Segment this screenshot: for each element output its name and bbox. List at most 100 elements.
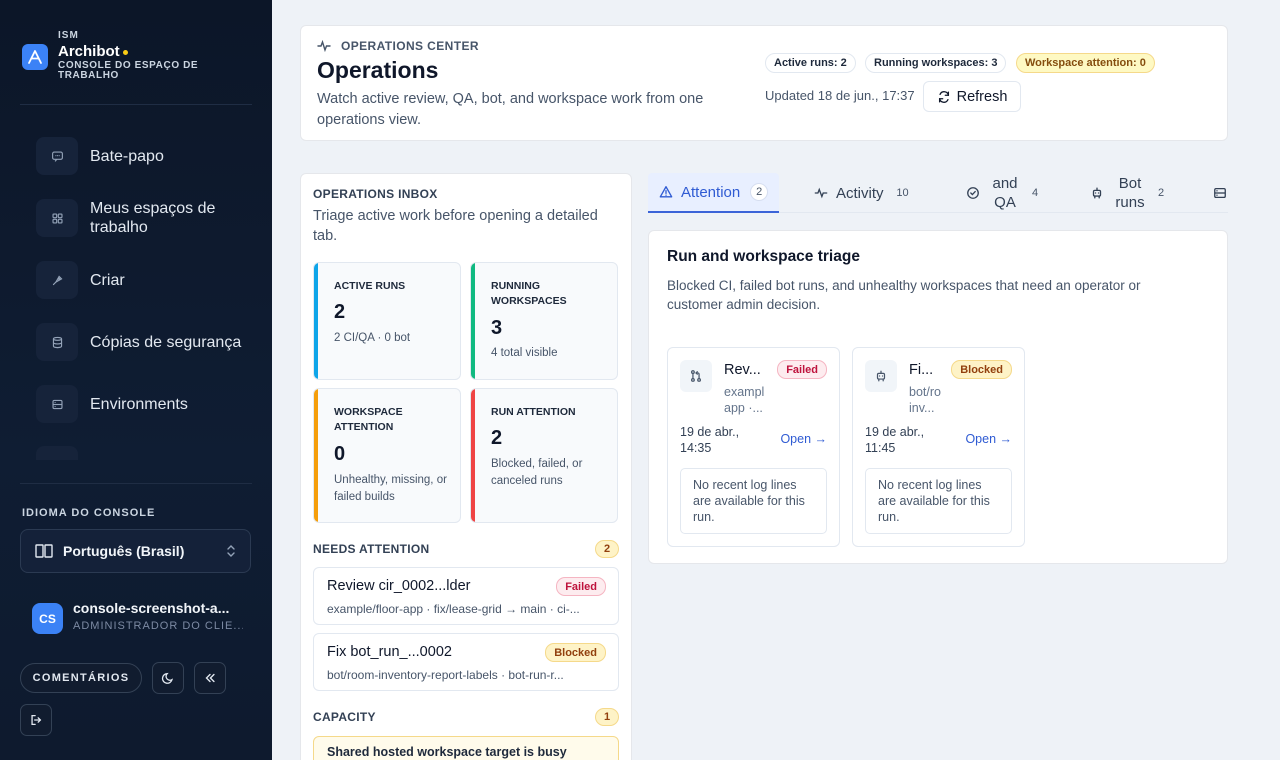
inbox-title: OPERATIONS INBOX — [313, 187, 438, 201]
tab-attention[interactable]: Attention 2 — [648, 173, 779, 213]
avatar: CS — [32, 603, 63, 634]
stat-active-runs[interactable]: ACTIVE RUNS 2 2 CI/QA · 0 bot — [313, 262, 461, 380]
stat-sub: Unhealthy, missing, or failed builds — [334, 474, 447, 503]
running-workspaces-badge: Running workspaces: 3 — [865, 53, 1007, 73]
stat-sub: 4 total visible — [491, 347, 558, 359]
operations-tabs: Attention 2 Activity 10 and QA 4 Bot run… — [648, 173, 1228, 213]
capacity-item[interactable]: Shared hosted workspace target is busy — [313, 736, 619, 760]
language-select[interactable]: Português (Brasil) — [20, 529, 251, 573]
sidebar-item-more[interactable] — [36, 446, 78, 460]
attention-item-sub: example/floor-app · fix/lease-grid → mai… — [327, 602, 580, 616]
status-badge: Failed — [777, 360, 827, 379]
sidebar-nav: Bate-papo Meus espaços de trabalho Criar… — [20, 124, 252, 460]
nav-icon — [36, 446, 78, 460]
sidebar-item-label: Bate-papo — [90, 147, 164, 165]
run-title: Rev... — [724, 362, 761, 378]
run-date: 19 de abr., 11:45 — [865, 425, 925, 455]
sidebar-item-label: Cópias de segurança — [90, 333, 242, 351]
needs-attention-title: NEEDS ATTENTION — [313, 542, 430, 556]
logout-button[interactable] — [20, 704, 52, 736]
stat-label: ACTIVE RUNS — [334, 280, 406, 292]
stat-value: 0 — [334, 443, 346, 465]
triage-title: Run and workspace triage — [667, 248, 860, 265]
feedback-button[interactable]: COMENTÁRIOS — [20, 663, 142, 693]
divider — [20, 104, 252, 105]
stat-running-workspaces[interactable]: RUNNING WORKSPACES 3 4 total visible — [470, 262, 618, 380]
stat-run-attention[interactable]: RUN ATTENTION 2 Blocked, failed, or canc… — [470, 388, 618, 523]
open-link[interactable]: Open → — [965, 432, 1012, 446]
run-log: No recent log lines are available for th… — [865, 468, 1012, 534]
logout-icon — [31, 714, 42, 726]
sidebar-item-chat[interactable]: Bate-papo — [36, 137, 250, 175]
stat-sub: 2 CI/QA · 0 bot — [334, 332, 411, 344]
stat-workspace-attention[interactable]: WORKSPACE ATTENTION 0 Unhealthy, missing… — [313, 388, 461, 523]
open-link[interactable]: Open → — [780, 432, 827, 446]
sidebar-item-backups[interactable]: Cópias de segurança — [36, 323, 250, 361]
stat-sub: Blocked, failed, or canceled runs — [491, 458, 583, 487]
sidebar-item-environments[interactable]: Environments — [36, 385, 250, 423]
status-badge: Blocked — [545, 643, 606, 662]
attention-item[interactable]: Review cir_0002...lder Failed example/fl… — [313, 567, 619, 625]
run-sub: exampl app ·... — [724, 385, 765, 415]
tab-label: and QA — [992, 175, 1018, 211]
capacity-message: Shared hosted workspace target is busy — [327, 745, 567, 759]
divider — [20, 483, 252, 484]
run-sub: bot/ro inv... — [909, 385, 941, 415]
tab-workspaces[interactable] — [1213, 173, 1229, 213]
user-profile[interactable]: CS console-screenshot-a... ADMINISTRADOR… — [32, 600, 252, 636]
theme-toggle-button[interactable] — [152, 662, 184, 694]
attention-item-title: Review cir_0002...lder — [327, 578, 471, 594]
inbox-description: Triage active work before opening a deta… — [313, 208, 598, 244]
workspace-attention-badge: Workspace attention: 0 — [1016, 53, 1155, 73]
attention-item-sub: bot/room-inventory-report-labels · bot-r… — [327, 668, 564, 682]
sidebar-item-workspaces[interactable]: Meus espaços de trabalho — [36, 199, 250, 237]
brand-subtitle: CONSOLE DO ESPAÇO DE TRABALHO — [58, 60, 199, 81]
tab-bot-runs[interactable]: Bot runs 2 — [1090, 173, 1180, 213]
user-name: console-screenshot-a... — [73, 600, 230, 616]
capacity-title: CAPACITY — [313, 710, 376, 724]
archibot-logo-icon — [22, 44, 48, 70]
run-card[interactable]: Fi... Blocked bot/ro inv... 19 de abr., … — [852, 347, 1025, 547]
rocket-icon — [36, 261, 78, 299]
active-runs-badge: Active runs: 2 — [765, 53, 856, 73]
status-badge: Failed — [556, 577, 606, 596]
sidebar-item-label: Environments — [90, 395, 188, 413]
tab-count: 2 — [1157, 187, 1165, 199]
server-icon — [1214, 187, 1226, 199]
stat-label: RUN ATTENTION — [491, 406, 576, 418]
run-card[interactable]: Rev... Failed exampl app ·... 19 de abr.… — [667, 347, 840, 547]
database-icon — [36, 323, 78, 361]
language-value: Português (Brasil) — [63, 543, 185, 559]
needs-attention-count: 2 — [595, 540, 619, 558]
brand-org: ISM — [58, 30, 79, 41]
warning-icon — [659, 186, 673, 198]
eyebrow: OPERATIONS CENTER — [317, 39, 479, 53]
tab-label: Activity — [836, 184, 884, 202]
operations-header: OPERATIONS CENTER Operations Watch activ… — [300, 25, 1228, 141]
user-role: ADMINISTRADOR DO CLIE... — [73, 620, 243, 632]
refresh-button[interactable]: Refresh — [923, 81, 1021, 112]
brand-name: Archibot — [58, 43, 128, 60]
bot-icon — [865, 360, 897, 392]
pulse-icon — [317, 40, 331, 52]
stat-accent-bar — [314, 263, 318, 379]
stat-value: 3 — [491, 317, 503, 339]
stat-label: RUNNING WORKSPACES — [491, 280, 567, 307]
bot-icon — [1092, 187, 1102, 199]
status-badge: Blocked — [951, 360, 1012, 379]
attention-item[interactable]: Fix bot_run_...0002 Blocked bot/room-inv… — [313, 633, 619, 691]
stat-accent-bar — [471, 389, 475, 522]
tab-activity[interactable]: Activity 10 — [814, 173, 929, 213]
grid-icon — [36, 199, 78, 237]
updated-timestamp: Updated 18 de jun., 17:37 — [765, 88, 915, 103]
tab-ci-qa[interactable]: and QA 4 — [966, 173, 1056, 213]
refresh-label: Refresh — [956, 88, 1008, 105]
capacity-count: 1 — [595, 708, 619, 726]
stat-accent-bar — [471, 263, 475, 379]
chat-icon — [36, 137, 78, 175]
collapse-sidebar-button[interactable] — [194, 662, 226, 694]
sidebar-item-create[interactable]: Criar — [36, 261, 250, 299]
sidebar: ISM Archibot CONSOLE DO ESPAÇO DE TRABAL… — [0, 0, 272, 760]
brand[interactable]: ISM Archibot CONSOLE DO ESPAÇO DE TRABAL… — [22, 30, 252, 90]
chevron-updown-icon — [227, 545, 235, 557]
